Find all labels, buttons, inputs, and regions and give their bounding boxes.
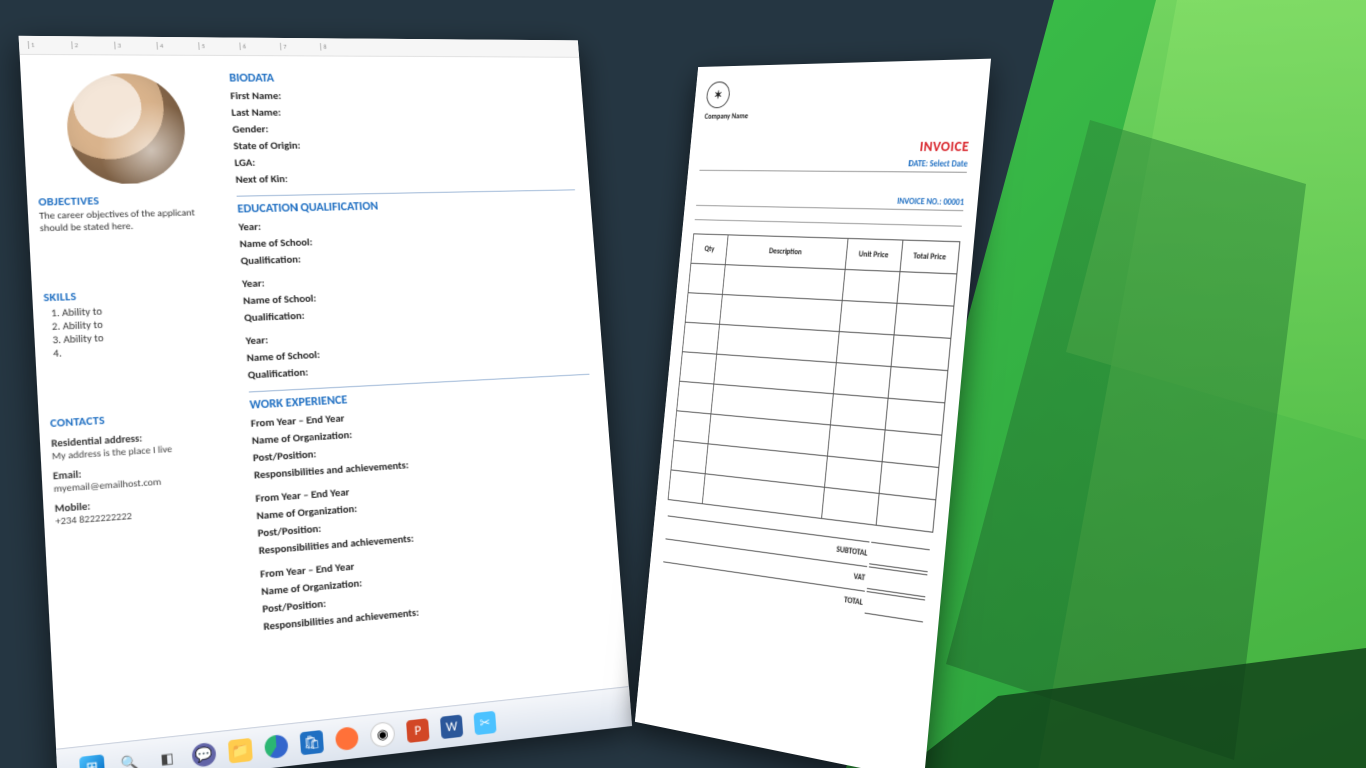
biodata-field: State of Origin: [233,136,572,152]
firefox-icon[interactable] [335,726,359,751]
biodata-field: Gender: [232,121,570,136]
education-entry: Year:Name of School:Qualification: [245,320,588,382]
invoice-title: INVOICE [701,138,970,156]
word-icon[interactable]: W [440,714,463,739]
chat-icon[interactable]: 💬 [191,742,216,768]
biodata-field: LGA: [234,152,573,169]
applicant-photo [64,73,188,184]
col-unit-price: Unit Price [845,238,903,271]
education-entry: Year:Name of School:Qualification: [238,213,580,268]
task-view-icon[interactable]: ◧ [155,746,180,768]
biodata-field: Next of Kin: [235,168,574,186]
biodata-block: First Name: Last Name: Gender: State of … [230,89,574,186]
biodata-field: Last Name: [231,105,569,119]
edge-icon[interactable] [264,734,289,760]
col-total-price: Total Price [900,240,960,274]
work-entry: From Year – End YearName of Organization… [250,398,596,482]
biodata-field: First Name: [230,89,568,102]
contacts-block: CONTACTS Residential address: My address… [50,406,240,527]
company-logo-icon: ✶ [705,81,730,108]
education-entry: Year:Name of School:Qualification: [242,266,585,324]
start-icon[interactable]: ⊞ [79,754,105,768]
work-entry: From Year – End YearName of Organization… [260,539,607,633]
company-name-label: Company Name [704,109,973,122]
slide-stage: 12345678 OBJECTIVES The career objective… [0,0,1366,768]
chrome-icon[interactable]: ◉ [370,721,396,748]
snip-icon[interactable]: ✂ [474,711,497,735]
col-qty: Qty [691,234,728,265]
search-icon[interactable]: 🔍 [117,750,143,768]
biodata-heading: BIODATA [229,72,567,86]
col-description: Description [725,235,847,270]
powerpoint-icon[interactable]: P [406,718,430,743]
cv-main: BIODATA First Name: Last Name: Gender: S… [222,56,632,766]
invoice-line-items-table: Qty Description Unit Price Total Price [668,233,961,532]
cv-document: 12345678 OBJECTIVES The career objective… [19,36,632,768]
skills-list: Ability to Ability to Ability to [62,300,230,360]
invoice-document: ✶ Company Name INVOICE DATE: Select Date… [635,59,991,768]
invoice-totals: SUBTOTAL VAT TOTAL [660,513,932,625]
file-explorer-icon[interactable]: 📁 [228,738,253,764]
store-icon[interactable]: 🛍 [300,730,324,755]
